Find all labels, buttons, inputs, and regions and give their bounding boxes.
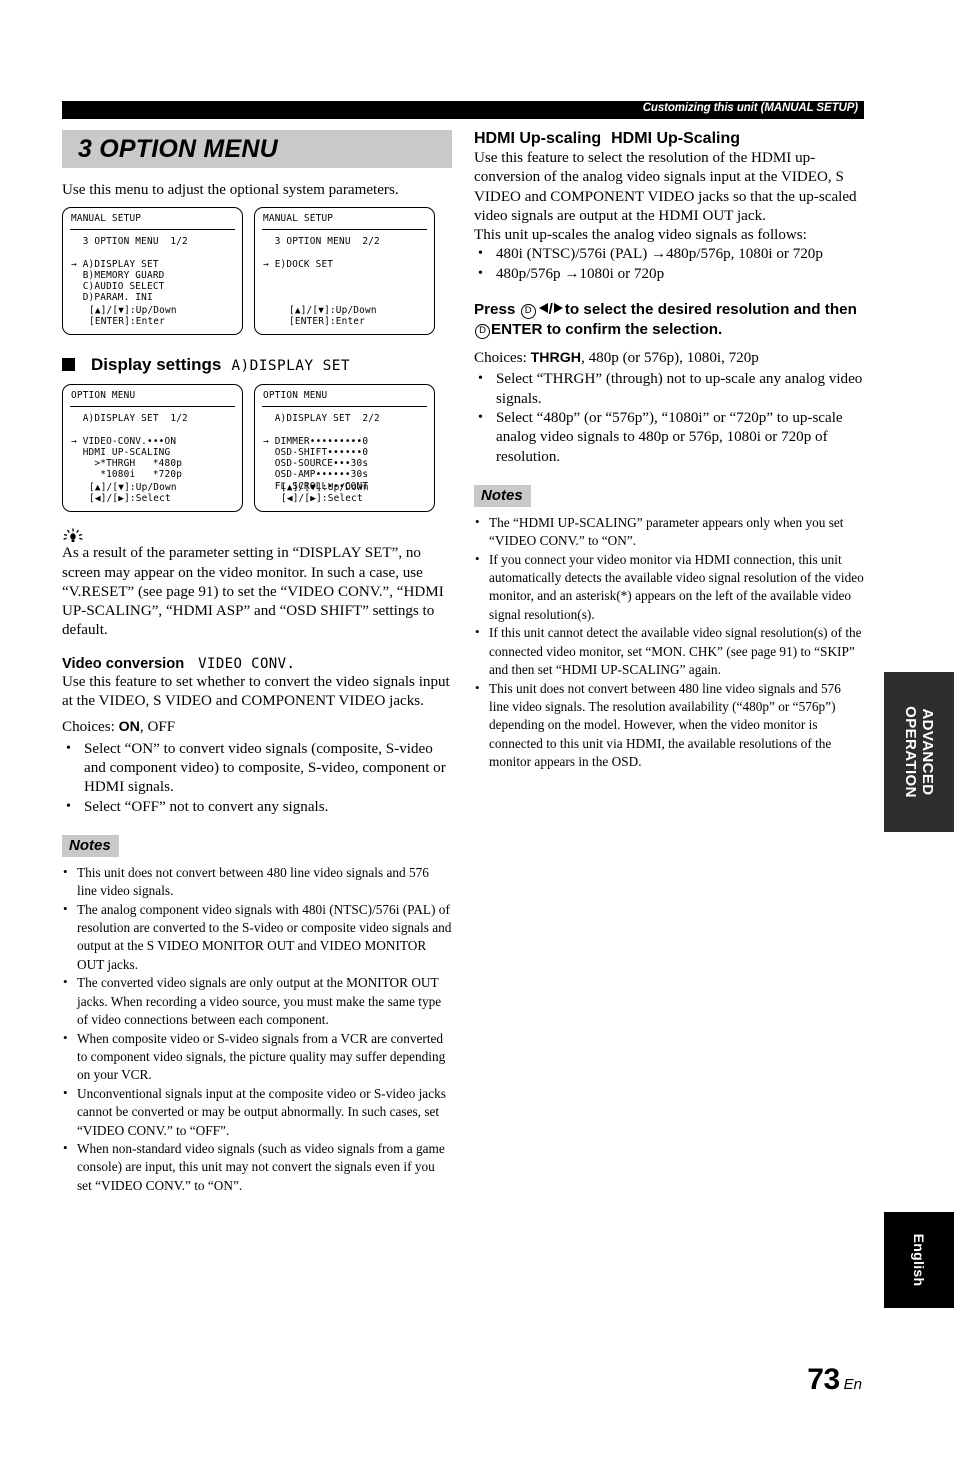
list-item: The converted video signals are only out…	[62, 973, 452, 1029]
notes-list-right: The “HDMI UP-SCALING” parameter appears …	[474, 513, 864, 772]
remote-key-ref-icon-2: D	[475, 324, 490, 340]
running-header-text: Customizing this unit (MANUAL SETUP)	[642, 102, 858, 114]
thumb-tab-advanced-label: ADVANCED OPERATION	[902, 706, 936, 798]
notes-label-left: Notes	[62, 834, 119, 857]
list-item: Select “480p” (or “576p”), “1080i” or “7…	[474, 408, 864, 467]
left-arrow-icon	[538, 303, 548, 314]
tip-paragraph: As a result of the parameter setting in …	[62, 545, 444, 639]
notes-list-left: This unit does not convert between 480 l…	[62, 863, 452, 1195]
lcd-title: MANUAL SETUP	[263, 213, 334, 225]
thumb-tab-language: English	[884, 1212, 954, 1308]
choices-prefix: Choices:	[474, 350, 531, 367]
list-item: Select “THRGH” (through) not to up-scale…	[474, 369, 864, 409]
lcd-manual-setup-2: MANUAL SETUP 3 OPTION MENU 2/2 → E)DOCK …	[254, 207, 435, 336]
remote-key-ref-icon: D	[520, 304, 536, 320]
list-item: Select “ON” to convert video signals (co…	[62, 739, 452, 798]
list-item: Unconventional signals input at the comp…	[62, 1084, 452, 1140]
list-item: If this unit cannot detect the available…	[474, 623, 864, 679]
press-tail-text: to confirm the selection.	[546, 321, 723, 339]
list-item: Select “OFF” not to convert any signals.	[62, 797, 452, 817]
press-instruction: Press D / to select the desired resolution…	[474, 301, 857, 340]
hdmi-upscaling-follows-line: This unit up-scales the analog video sig…	[474, 227, 807, 244]
folio: 73 En	[807, 1363, 862, 1397]
lcd-footer-hints: [▲]/[▼]:Up/Down [◀]/[▶]:Select	[89, 481, 177, 505]
thumb-tab-language-label: English	[911, 1233, 927, 1287]
video-conversion-heading: Video conversion VIDEO CONV.	[62, 656, 452, 672]
list-item: When composite video or S-video signals …	[62, 1029, 452, 1085]
lcd-body: 3 OPTION MENU 2/2 → E)DOCK SET	[263, 236, 380, 270]
lcd-divider	[262, 406, 427, 408]
choices-prefix: Choices:	[62, 719, 119, 736]
video-conversion-label: Video conversion	[62, 655, 185, 672]
right-column: HDMI Up-scaling HDMI Up-Scaling Use this…	[474, 130, 864, 772]
choices-rest: , OFF	[139, 719, 176, 736]
list-item: This unit does not convert between 480 l…	[62, 863, 452, 901]
lcd-option-menu-1: OPTION MENU A)DISPLAY SET 1/2 → VIDEO-CO…	[62, 384, 243, 513]
thumb-tab-advanced-operation: ADVANCED OPERATION	[884, 672, 954, 832]
hdmi-upscaling-choice-bullets: Select “THRGH” (through) not to up-scale…	[474, 369, 864, 467]
list-item: When non-standard video signals (such as…	[62, 1139, 452, 1195]
hdmi-upscaling-heading: HDMI Up-scaling HDMI Up-Scaling	[474, 130, 864, 148]
list-item: 480p/576p →1080i or 720p	[474, 264, 864, 284]
chapter-title-band: 3 OPTION MENU	[62, 130, 452, 168]
choices-default-value: ON	[118, 719, 140, 736]
list-item: The “HDMI UP-SCALING” parameter appears …	[474, 513, 864, 551]
lcd-body: 3 OPTION MENU 1/2 → A)DISPLAY SET B)MEMO…	[71, 236, 188, 304]
manual-setup-lcd-row: MANUAL SETUP 3 OPTION MENU 1/2 → A)DISPL…	[62, 207, 452, 336]
page-number: 73	[807, 1363, 840, 1396]
lcd-option-menu-2: OPTION MENU A)DISPLAY SET 2/2 → DIMMER••…	[254, 384, 435, 513]
tip-lightbulb-icon	[62, 528, 84, 543]
display-settings-label: Display settings	[91, 355, 222, 375]
display-settings-heading: Display settings A)DISPLAY SET	[62, 355, 452, 375]
list-item: The analog component video signals with …	[62, 900, 452, 975]
hdmi-upscaling-bullet-list: 480i (NTSC)/576i (PAL) →480p/576p, 1080i…	[474, 244, 864, 284]
lcd-body: A)DISPLAY SET 2/2 → DIMMER•••••••••0 OSD…	[263, 413, 380, 492]
option-menu-lcd-row: OPTION MENU A)DISPLAY SET 1/2 → VIDEO-CO…	[62, 384, 452, 513]
press-word: Press	[474, 301, 516, 319]
lcd-footer-hints: [▲]/[▼]:Up/Down [ENTER]:Enter	[89, 304, 177, 328]
video-conversion-lcd-label: VIDEO CONV.	[198, 655, 296, 672]
display-settings-lcd-label: A)DISPLAY SET	[231, 358, 351, 375]
lcd-title: OPTION MENU	[71, 390, 136, 402]
filled-square-bullet-icon	[62, 358, 75, 372]
lcd-manual-setup-1: MANUAL SETUP 3 OPTION MENU 1/2 → A)DISPL…	[62, 207, 243, 336]
choices-rest: , 480p (or 576p), 1080i, 720p	[581, 350, 759, 367]
video-conversion-bullet-list: Select “ON” to convert video signals (co…	[62, 739, 452, 817]
list-item: This unit does not convert between 480 l…	[474, 679, 864, 772]
lcd-title: OPTION MENU	[263, 390, 328, 402]
list-item: If you connect your video monitor via HD…	[474, 550, 864, 625]
lcd-divider	[70, 229, 235, 231]
hdmi-upscaling-description: Use this feature to select the resolutio…	[474, 150, 857, 224]
page-title: 3 OPTION MENU	[78, 135, 278, 163]
lcd-footer-hints: [▲]/[▼]:Up/Down [ENTER]:Enter	[289, 304, 377, 328]
hdmi-upscaling-label: HDMI Up-scaling	[474, 130, 602, 147]
choices-default-value: THRGH	[530, 350, 582, 367]
left-column: 3 OPTION MENU Use this menu to adjust th…	[62, 130, 452, 1195]
hdmi-upscaling-choices: Choices: THRGH, 480p (or 576p), 1080i, 7…	[474, 349, 864, 368]
lcd-title: MANUAL SETUP	[71, 213, 142, 225]
list-item: 480i (NTSC)/576i (PAL) →480p/576p, 1080i…	[474, 244, 864, 264]
page-language-suffix: En	[843, 1376, 862, 1393]
lcd-body: A)DISPLAY SET 1/2 → VIDEO-CONV.•••ON HDM…	[71, 413, 188, 481]
video-conversion-choices: Choices: ON, OFF	[62, 718, 452, 737]
lcd-divider	[70, 406, 235, 408]
press-mid-text: to select the desired resolution and the…	[564, 301, 857, 319]
hdmi-upscaling-lcd-label: HDMI Up-Scaling	[611, 130, 741, 147]
intro-paragraph: Use this menu to adjust the optional sys…	[62, 182, 399, 198]
right-arrow-icon	[553, 303, 563, 314]
lcd-footer-hints: [▲]/[▼]:Up/Down [◀]/[▶]:Select	[281, 481, 369, 505]
running-header-bar: Customizing this unit (MANUAL SETUP)	[62, 101, 864, 119]
lcd-divider	[262, 229, 427, 231]
notes-label-right: Notes	[474, 484, 531, 507]
video-conversion-description: Use this feature to set whether to conve…	[62, 673, 450, 710]
enter-key-word: ENTER	[491, 321, 543, 339]
